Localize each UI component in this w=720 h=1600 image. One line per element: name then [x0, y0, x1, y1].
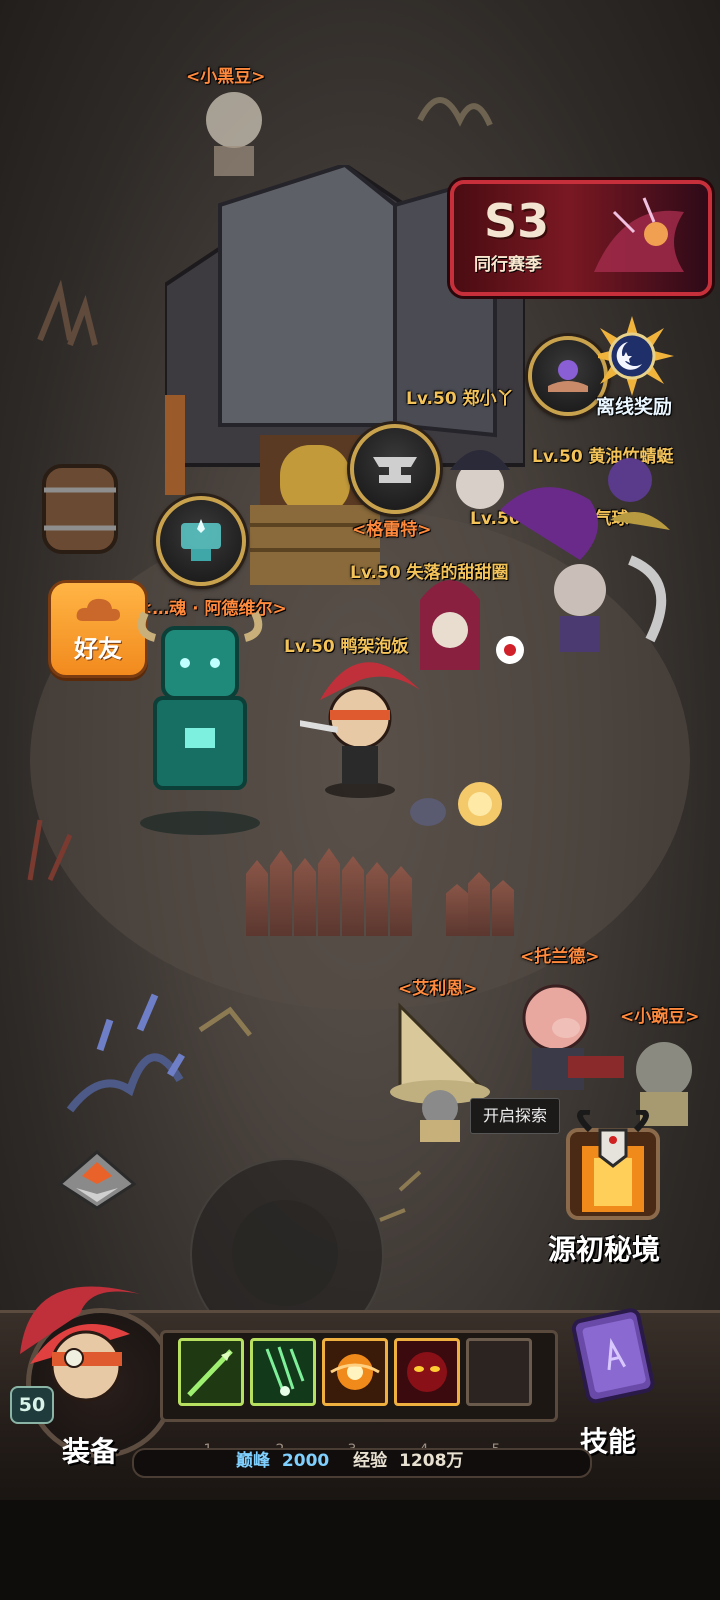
hand-orb-icon: [548, 360, 588, 392]
sheep-npc-top[interactable]: [190, 76, 290, 186]
equipment-button[interactable]: 装备: [62, 1430, 118, 1470]
skill-slot-3[interactable]: [322, 1338, 388, 1406]
vortex-skill-icon: [330, 1354, 380, 1390]
skill-slot-4[interactable]: [394, 1338, 460, 1406]
camera-toggle-button[interactable]: [56, 1148, 138, 1212]
player-tag-1: Lv.50 郑小丫: [406, 389, 514, 409]
skull-portal-icon: [566, 1108, 660, 1220]
green-arrow-skill-icon: [187, 1349, 233, 1397]
hooded-player[interactable]: [400, 570, 530, 700]
npc-name-tuolande: <托兰德>: [520, 947, 600, 967]
season-art: [594, 197, 684, 272]
anvil-npc-button[interactable]: [350, 424, 440, 514]
primal-realm-button[interactable]: [560, 1108, 666, 1222]
explore-tooltip: 开启探索: [470, 1098, 561, 1134]
hero-avatar[interactable]: [0, 1254, 160, 1404]
jade-statue-npc[interactable]: [125, 608, 275, 838]
skill-slot-1[interactable]: [178, 1338, 244, 1406]
skill-book-icon: [571, 1308, 655, 1404]
npc-name-xiaowandou: <小豌豆>: [620, 1007, 700, 1027]
peak-value: 2000: [281, 1451, 330, 1471]
arrow-rain-skill-icon: [265, 1346, 305, 1396]
peak-label: 巅峰: [236, 1451, 270, 1471]
joystick-knob[interactable]: [232, 1200, 338, 1306]
season-banner[interactable]: S3 同行赛季: [450, 180, 712, 296]
skill-slot-2[interactable]: [250, 1338, 316, 1406]
exp-value: 1208万: [399, 1451, 464, 1471]
anvil-icon: [373, 457, 417, 483]
hud-footer: [0, 1500, 720, 1600]
pig-npc[interactable]: [508, 978, 628, 1098]
purple-player-group[interactable]: [440, 430, 700, 580]
skills-button[interactable]: [562, 1305, 662, 1405]
npc-name-geleite: <格雷特>: [352, 520, 432, 540]
peak-exp-readout: 巅峰 2000 经验 1208万: [236, 1448, 463, 1474]
offline-reward-label: 离线奖励: [596, 396, 673, 418]
season-tag: S3: [484, 194, 550, 248]
pet-and-orb: [410, 782, 502, 826]
barrel: [42, 464, 118, 554]
crystal-anvil-npc-button[interactable]: [156, 496, 246, 586]
primal-realm-label: 源初秘境: [548, 1233, 661, 1266]
moon-sun-icon: [590, 316, 674, 396]
cloud-icon: [76, 598, 120, 621]
season-subtitle: 同行赛季: [474, 255, 542, 275]
diamond-nav-icon: [57, 1150, 137, 1210]
skill-slot-5-empty[interactable]: [466, 1338, 532, 1406]
crystal-anvil-icon: [181, 519, 221, 561]
exp-label: 经验: [353, 1451, 388, 1471]
hero-level-badge: 50: [10, 1386, 54, 1424]
demon-eye-skill-icon: [407, 1352, 447, 1392]
